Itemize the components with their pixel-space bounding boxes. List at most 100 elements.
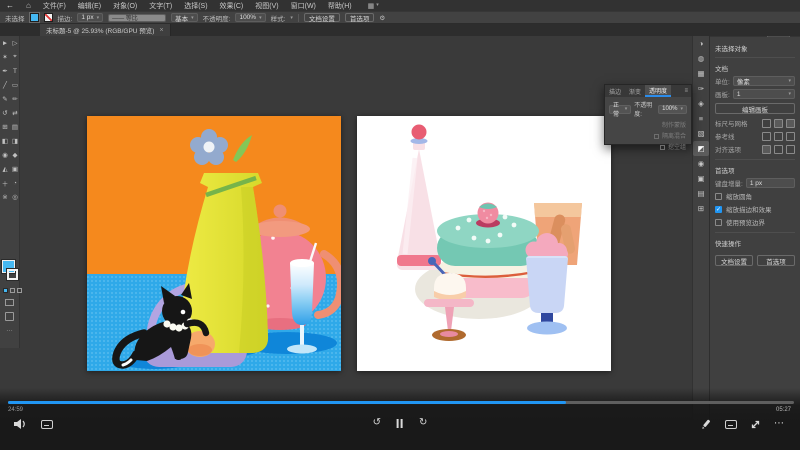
draw-mode-icon[interactable]: [5, 299, 14, 306]
menu-view[interactable]: 视图(V): [249, 1, 284, 11]
unit-dropdown[interactable]: 像素 ▾: [733, 76, 795, 86]
menu-type[interactable]: 文字(T): [143, 1, 178, 11]
lasso-tool-icon[interactable]: ⌖: [10, 50, 20, 64]
notes-icon[interactable]: [41, 420, 53, 429]
layers-panel-icon[interactable]: ▤: [693, 186, 709, 201]
direct-selection-tool-icon[interactable]: ▷: [10, 36, 20, 50]
panel-menu-icon[interactable]: ≡: [681, 85, 691, 97]
symbols-panel-icon[interactable]: ◈: [693, 96, 709, 111]
scale-corners-checkbox[interactable]: 缩放圆角: [715, 191, 795, 201]
mesh-tool-icon[interactable]: ◨: [10, 134, 20, 148]
preferences-button[interactable]: 首选项: [757, 255, 795, 266]
home-icon[interactable]: ⌂: [20, 1, 37, 10]
stroke-panel-icon[interactable]: ≡: [693, 111, 709, 126]
perspective-grid-tool-icon[interactable]: ◧: [0, 134, 10, 148]
tab-gradient[interactable]: 渐变: [625, 85, 645, 97]
subtitle-icon[interactable]: [725, 420, 737, 429]
more-options-icon[interactable]: ⋯: [774, 418, 784, 430]
pause-button[interactable]: [397, 417, 403, 429]
free-transform-tool-icon[interactable]: ⊞: [0, 120, 10, 134]
guides-toggle-icon[interactable]: [762, 132, 771, 141]
pencil-tool-icon[interactable]: ✏: [10, 92, 20, 106]
gradient-panel-icon[interactable]: ▧: [693, 126, 709, 141]
chevron-down-icon[interactable]: ▾: [290, 15, 293, 21]
color-guide-panel-icon[interactable]: ◍: [693, 51, 709, 66]
pen-annotate-icon[interactable]: [701, 419, 712, 430]
smart-guides-icon[interactable]: [786, 132, 795, 141]
document-setup-button[interactable]: 文档设置: [304, 13, 340, 22]
tab-transparency[interactable]: 透明度: [645, 85, 671, 97]
blend-mode-dropdown[interactable]: 正常 ▾: [609, 105, 631, 114]
fullscreen-icon[interactable]: [750, 419, 761, 430]
rewind-icon[interactable]: ↺: [373, 417, 381, 429]
grid-toggle-icon[interactable]: [774, 119, 783, 128]
rotate-tool-icon[interactable]: ↺: [0, 106, 10, 120]
menu-object[interactable]: 对象(O): [107, 1, 143, 11]
shape-builder-tool-icon[interactable]: ▤: [10, 120, 20, 134]
menu-help[interactable]: 帮助(H): [322, 1, 358, 11]
document-setup-button[interactable]: 文档设置: [715, 255, 753, 266]
brushes-panel-icon[interactable]: ✑: [693, 81, 709, 96]
document-tab[interactable]: 未标题-5 @ 25.93% (RGB/GPU 预览) ×: [40, 24, 171, 36]
preferences-button[interactable]: 首选项: [345, 13, 375, 22]
appearance-panel-icon[interactable]: ◉: [693, 156, 709, 171]
type-tool-icon[interactable]: T: [10, 64, 20, 78]
color-icon[interactable]: [3, 288, 8, 293]
gradient-tool-icon[interactable]: ◉: [0, 148, 10, 162]
knockout-group-checkbox[interactable]: 挖空组: [605, 140, 691, 151]
close-tab-icon[interactable]: ×: [159, 27, 163, 34]
menu-window[interactable]: 窗口(W): [285, 1, 322, 11]
scale-tool-icon[interactable]: ⇄: [10, 106, 20, 120]
screen-mode-icon[interactable]: [5, 312, 14, 321]
snap-point-icon[interactable]: [774, 145, 783, 154]
width-profile-dropdown[interactable]: —— 等比: [108, 14, 166, 22]
make-mask-button[interactable]: 制作蒙版: [605, 118, 691, 129]
transparency-panel-icon[interactable]: ◩: [693, 141, 709, 156]
artboard-cat-still-life[interactable]: [87, 116, 341, 371]
artboard-dropdown[interactable]: 1 ▾: [733, 89, 795, 99]
zoom-tool-icon[interactable]: ◎: [10, 190, 20, 204]
isolate-blending-checkbox[interactable]: 隔离混合: [605, 129, 691, 140]
paintbrush-tool-icon[interactable]: ✎: [0, 92, 10, 106]
forward-icon[interactable]: ↻: [419, 417, 427, 429]
pen-tool-icon[interactable]: ✒: [0, 64, 10, 78]
menu-effect[interactable]: 效果(C): [214, 1, 250, 11]
line-tool-icon[interactable]: ╱: [0, 78, 10, 92]
lock-guides-icon[interactable]: [774, 132, 783, 141]
brush-definition-dropdown[interactable]: 基本 ▾: [171, 13, 198, 22]
gear-icon[interactable]: ⚙: [379, 14, 385, 22]
rectangle-tool-icon[interactable]: ▭: [10, 78, 20, 92]
gradient-icon[interactable]: [10, 288, 15, 293]
graphic-styles-panel-icon[interactable]: ▣: [693, 171, 709, 186]
keyboard-increment-field[interactable]: 1 px: [746, 178, 795, 188]
symbol-sprayer-tool-icon[interactable]: ▣: [10, 162, 20, 176]
back-arrow-icon[interactable]: ←: [0, 1, 20, 10]
scale-strokes-effects-checkbox[interactable]: 缩放描边和效果: [715, 204, 795, 214]
hand-tool-icon[interactable]: ※: [0, 190, 10, 204]
selection-tool-icon[interactable]: ►: [0, 36, 10, 50]
volume-icon[interactable]: [14, 418, 27, 430]
opacity-dropdown[interactable]: 100% ▾: [658, 105, 687, 114]
none-icon[interactable]: [17, 288, 22, 293]
ruler-toggle-icon[interactable]: [762, 119, 771, 128]
menu-edit[interactable]: 编辑(E): [72, 1, 107, 11]
blend-tool-icon[interactable]: ◭: [0, 162, 10, 176]
artboard-tool-icon[interactable]: ◔: [10, 176, 20, 190]
stroke-swatch[interactable]: [7, 269, 18, 280]
color-panel-icon[interactable]: ◑: [693, 36, 709, 51]
snap-grid-toggle-icon[interactable]: [786, 119, 795, 128]
stroke-width-dropdown[interactable]: 1 px ▾: [77, 13, 103, 22]
magic-wand-tool-icon[interactable]: ✶: [0, 50, 10, 64]
video-progress-bar[interactable]: [8, 401, 794, 404]
workspace-layout-switcher[interactable]: ▦ ▾: [368, 2, 379, 10]
opacity-dropdown[interactable]: 100% ▾: [235, 13, 265, 22]
artboards-panel-icon[interactable]: ⊞: [693, 201, 709, 216]
edit-artboard-button[interactable]: 编辑画板: [715, 103, 795, 114]
preview-bounds-checkbox[interactable]: 使用预览边界: [715, 217, 795, 227]
snap-pixel-icon[interactable]: [762, 145, 771, 154]
fill-color-swatch[interactable]: [30, 13, 39, 22]
stroke-color-swatch[interactable]: [44, 13, 53, 22]
snap-glyph-icon[interactable]: [786, 145, 795, 154]
menu-select[interactable]: 选择(S): [178, 1, 213, 11]
swatches-panel-icon[interactable]: ▦: [693, 66, 709, 81]
